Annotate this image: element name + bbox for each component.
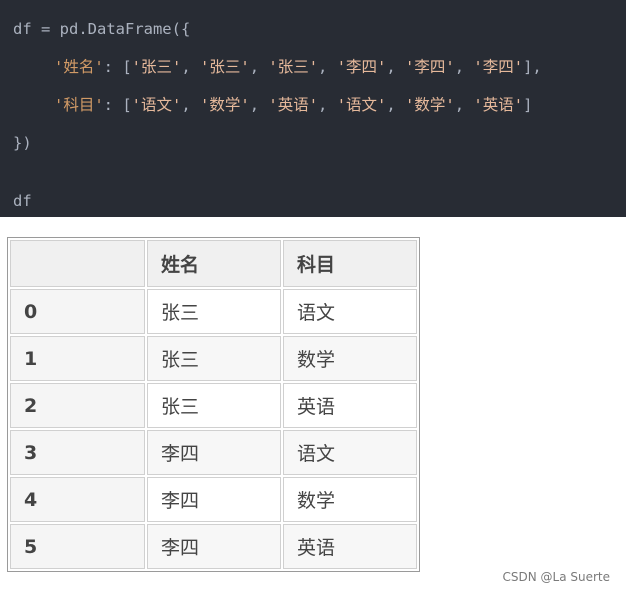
code-punct: ] — [523, 96, 533, 114]
cell-name: 张三 — [147, 383, 281, 428]
code-separator: , — [454, 58, 474, 76]
code-punct: ], — [523, 58, 542, 76]
table-row: 1 张三 数学 — [10, 336, 417, 381]
code-separator: , — [249, 58, 269, 76]
code-string-value: '数学' — [200, 96, 250, 114]
code-key-subject: '科目' — [54, 96, 104, 114]
code-separator: , — [386, 58, 406, 76]
table-row: 0 张三 语文 — [10, 289, 417, 334]
code-string-value: '语文' — [336, 96, 387, 114]
table-row: 4 李四 数学 — [10, 477, 417, 522]
code-string-value: '李四' — [336, 58, 387, 76]
code-string-value: '张三' — [200, 58, 250, 76]
code-string-value: '张三' — [131, 58, 182, 76]
code-line-3: '科目': ['语文', '数学', '英语', '语文', '数学', '英语… — [13, 90, 626, 128]
row-index: 1 — [10, 336, 145, 381]
cell-subject: 英语 — [283, 524, 417, 569]
row-index: 3 — [10, 430, 145, 475]
cell-subject: 数学 — [283, 336, 417, 381]
code-string-value: '张三' — [268, 58, 319, 76]
code-key-name: '姓名' — [54, 58, 104, 76]
cell-subject: 语文 — [283, 289, 417, 334]
code-line-5: df — [13, 192, 32, 210]
code-string-value: '英语' — [268, 96, 319, 114]
dataframe-table: 姓名 科目 0 张三 语文 1 张三 数学 2 张三 英语 3 李四 语文 4 李四 数学 5 李四英… — [7, 237, 420, 572]
row-index: 0 — [10, 289, 145, 334]
code-separator: , — [318, 58, 337, 76]
code-punct: : [ — [103, 58, 132, 76]
cell-name: 张三 — [147, 336, 281, 381]
watermark: CSDN @La Suerte — [502, 570, 610, 584]
code-separator: , — [318, 96, 337, 114]
table-row: 3 李四 语文 — [10, 430, 417, 475]
code-punct: : [ — [103, 96, 132, 114]
code-line-4: }) — [13, 134, 32, 152]
cell-subject: 数学 — [283, 477, 417, 522]
code-separator: , — [181, 96, 201, 114]
cell-subject: 语文 — [283, 430, 417, 475]
code-separator: , — [249, 96, 269, 114]
table-header-row: 姓名 科目 — [10, 240, 417, 287]
row-index: 5 — [10, 524, 145, 569]
code-string-value: '语文' — [131, 96, 182, 114]
header-name: 姓名 — [147, 240, 281, 287]
code-list-names: '张三', '张三', '张三', '李四', '李四', '李四' — [132, 58, 523, 76]
code-cell: df = pd.DataFrame({ '姓名': ['张三', '张三', '… — [0, 0, 626, 217]
code-separator: , — [386, 96, 406, 114]
row-index: 4 — [10, 477, 145, 522]
cell-name: 李四 — [147, 524, 281, 569]
code-line-2: '姓名': ['张三', '张三', '张三', '李四', '李四', '李四… — [13, 52, 626, 90]
code-list-subjects: '语文', '数学', '英语', '语文', '数学', '英语' — [132, 96, 523, 114]
cell-name: 张三 — [147, 289, 281, 334]
code-string-value: '数学' — [405, 96, 455, 114]
code-string-value: '英语' — [473, 96, 524, 114]
code-string-value: '李四' — [405, 58, 455, 76]
code-separator: , — [181, 58, 201, 76]
code-line-1: df = pd.DataFrame({ — [13, 20, 191, 38]
cell-name: 李四 — [147, 477, 281, 522]
code-separator: , — [454, 96, 474, 114]
table-row: 2 张三 英语 — [10, 383, 417, 428]
row-index: 2 — [10, 383, 145, 428]
cell-subject: 英语 — [283, 383, 417, 428]
header-subject: 科目 — [283, 240, 417, 287]
table-row: 5 李四 英语 — [10, 524, 417, 569]
cell-name: 李四 — [147, 430, 281, 475]
code-string-value: '李四' — [473, 58, 524, 76]
header-index — [10, 240, 145, 287]
